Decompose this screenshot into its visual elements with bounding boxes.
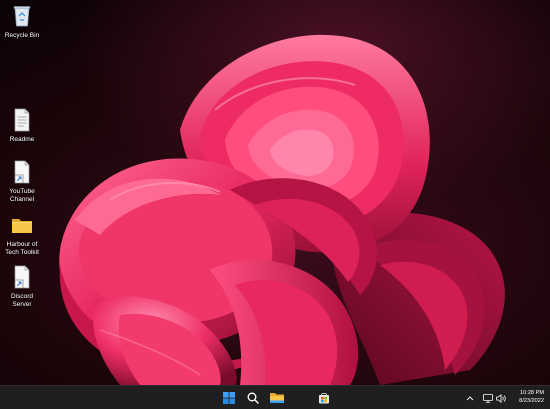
- network-status[interactable]: [483, 393, 493, 403]
- volume-control[interactable]: [496, 393, 506, 403]
- desktop-icon-toolkit-folder[interactable]: Harbour of Tech Toolkit: [0, 213, 44, 257]
- show-hidden-icons-button[interactable]: [465, 393, 475, 403]
- clock-date: 8/23/2022: [519, 398, 544, 404]
- desktop-icon-discord-server[interactable]: Discord Server: [0, 265, 44, 309]
- desktop-icon-label: YouTube Channel: [9, 188, 35, 203]
- network-icon: [483, 393, 493, 403]
- store-icon: [319, 392, 329, 404]
- desktop-icon-label: Harbour of Tech Toolkit: [5, 241, 39, 256]
- desktop-icon-youtube-channel[interactable]: YouTube Channel: [0, 160, 44, 204]
- search-button[interactable]: [243, 388, 263, 408]
- desktop-icon-readme[interactable]: Readme: [0, 108, 44, 144]
- start-button[interactable]: [219, 388, 239, 408]
- desktop-icon-label: Discord Server: [10, 293, 34, 308]
- folder-icon: [12, 219, 32, 233]
- shortcut-file-icon: [14, 265, 30, 289]
- chevron-up-icon: [466, 396, 474, 401]
- search-icon: [247, 392, 259, 404]
- text-document-icon: [14, 108, 30, 132]
- windows-start-icon: [223, 392, 235, 404]
- file-explorer-button[interactable]: [267, 388, 287, 408]
- taskbar: 10:28 PM 8/23/2022: [0, 385, 550, 409]
- volume-icon: [496, 393, 506, 403]
- file-explorer-icon: [270, 393, 284, 403]
- recycle-bin-icon: [13, 6, 31, 27]
- desktop-icon-recycle-bin[interactable]: Recycle Bin: [0, 4, 44, 40]
- wallpaper-bloom: [59, 34, 505, 385]
- clock-time: 10:28 PM: [520, 390, 544, 396]
- taskbar-clock[interactable]: 10:28 PM 8/23/2022: [506, 389, 544, 405]
- store-button[interactable]: [314, 388, 334, 408]
- system-tray: [465, 386, 509, 409]
- shortcut-file-icon: [14, 160, 30, 184]
- desktop-icon-label: Recycle Bin: [4, 32, 40, 39]
- desktop[interactable]: Recycle Bin Readme YouTube Channel Harbo…: [0, 0, 550, 409]
- desktop-icon-label: Readme: [9, 136, 35, 143]
